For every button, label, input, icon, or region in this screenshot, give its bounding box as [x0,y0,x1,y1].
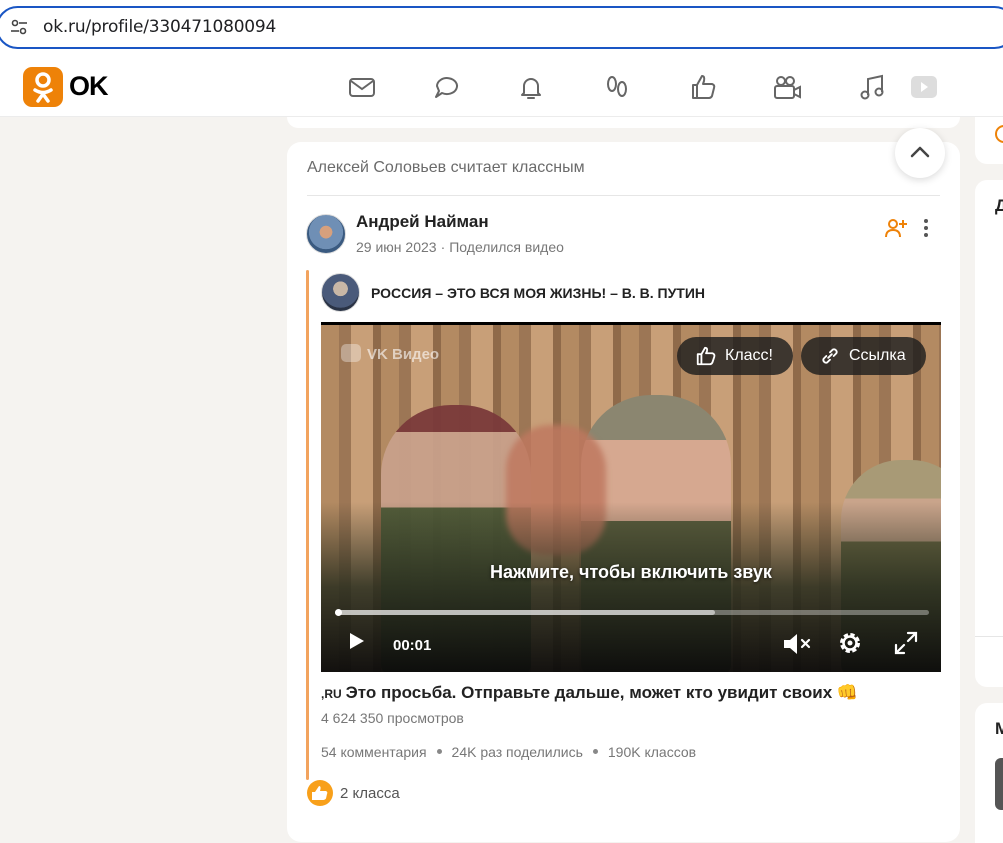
more-options-icon[interactable] [917,216,935,240]
play-icon[interactable] [345,630,367,652]
post-action: Поделился видео [449,239,564,255]
klass-button[interactable]: Класс! [677,337,793,375]
caption-tag: ,RU [321,687,342,701]
video-buffered-bar [335,610,716,615]
feed-post: Алексей Соловьев считает классным Андрей… [287,142,960,842]
ring-icon [995,125,1003,143]
comments-count[interactable]: 54 комментария [321,744,427,760]
right-card-3-title[interactable]: М [995,719,1003,739]
shares-count[interactable]: 24K раз поделились [452,744,583,760]
mail-icon[interactable] [346,71,378,103]
music-icon[interactable] [856,71,888,103]
author-name[interactable]: Андрей Найман [356,212,489,232]
group-avatar[interactable] [321,273,360,312]
ok-logo-icon[interactable] [23,67,63,107]
views-count: 4 624 350 просмотров [321,710,464,726]
top-navigation: OK [0,57,1003,117]
separator-dot [436,749,442,754]
likes-count[interactable]: 2 класса [340,785,400,802]
vk-video-label: VK Видео [341,344,439,363]
video-time: 00:01 [393,637,432,654]
camera-icon[interactable] [771,71,803,103]
link-icon [822,348,838,364]
add-friend-icon[interactable] [884,216,908,240]
shared-content-marker [306,270,309,780]
divider [975,636,1003,637]
previous-post-card [287,117,960,128]
logo-text[interactable]: OK [69,71,108,102]
divider [307,195,940,196]
settings-gear-icon[interactable] [836,629,864,657]
thumb-up-icon[interactable] [687,71,719,103]
vk-video-text: VK Видео [367,346,440,363]
scroll-up-button[interactable] [895,128,945,178]
bell-icon[interactable] [515,71,547,103]
group-title[interactable]: РОССИЯ – ЭТО ВСЯ МОЯ ЖИЗНЬ! – В. В. ПУТИ… [371,285,705,301]
klass-button-label: Класс! [725,347,773,364]
footprints-icon[interactable] [601,71,633,103]
post-meta: 29 июн 2023 · Поделился видео [356,239,564,255]
right-card-thumbnail[interactable] [995,758,1003,810]
right-card-1 [975,117,1003,164]
vk-video-icon [341,344,361,362]
url-text[interactable]: ok.ru/profile/330471080094 [43,17,276,37]
progress-knob[interactable] [335,609,342,616]
liked-by-text[interactable]: Алексей Соловьев считает классным [307,159,585,177]
right-card-2-title[interactable]: Д [995,196,1003,216]
separator-dot: · [440,239,446,255]
fullscreen-icon[interactable] [893,630,919,656]
right-card-3: М [975,703,1003,843]
video-progress-bar[interactable] [335,610,929,615]
link-button-label: Ссылка [849,347,906,364]
video-player[interactable]: VK Видео Класс! Ссылка Нажмите, чтобы вк… [321,322,941,672]
thumb-up-icon [696,346,716,366]
post-stats: 54 комментария 24K раз поделились 190K кла… [321,744,696,760]
chevron-up-icon [910,146,930,158]
caption-text: Это просьба. Отправьте дальше, может кто… [345,683,859,702]
video-icon[interactable] [905,71,937,103]
post-date: 29 июн 2023 [356,239,437,255]
site-settings-icon[interactable] [10,18,28,36]
author-avatar[interactable] [306,214,346,254]
chat-icon[interactable] [431,71,463,103]
right-card-2: Д [975,180,1003,687]
separator-dot [592,749,598,754]
browser-address-bar: ok.ru/profile/330471080094 [0,0,1003,57]
link-button[interactable]: Ссылка [801,337,926,375]
unmute-hint[interactable]: Нажмите, чтобы включить звук [321,562,941,583]
klass-thumb-icon[interactable] [307,780,333,806]
klasses-count[interactable]: 190K классов [608,744,696,760]
video-caption[interactable]: ,RU Это просьба. Отправьте дальше, может … [321,683,858,703]
muted-speaker-icon[interactable] [781,630,813,658]
